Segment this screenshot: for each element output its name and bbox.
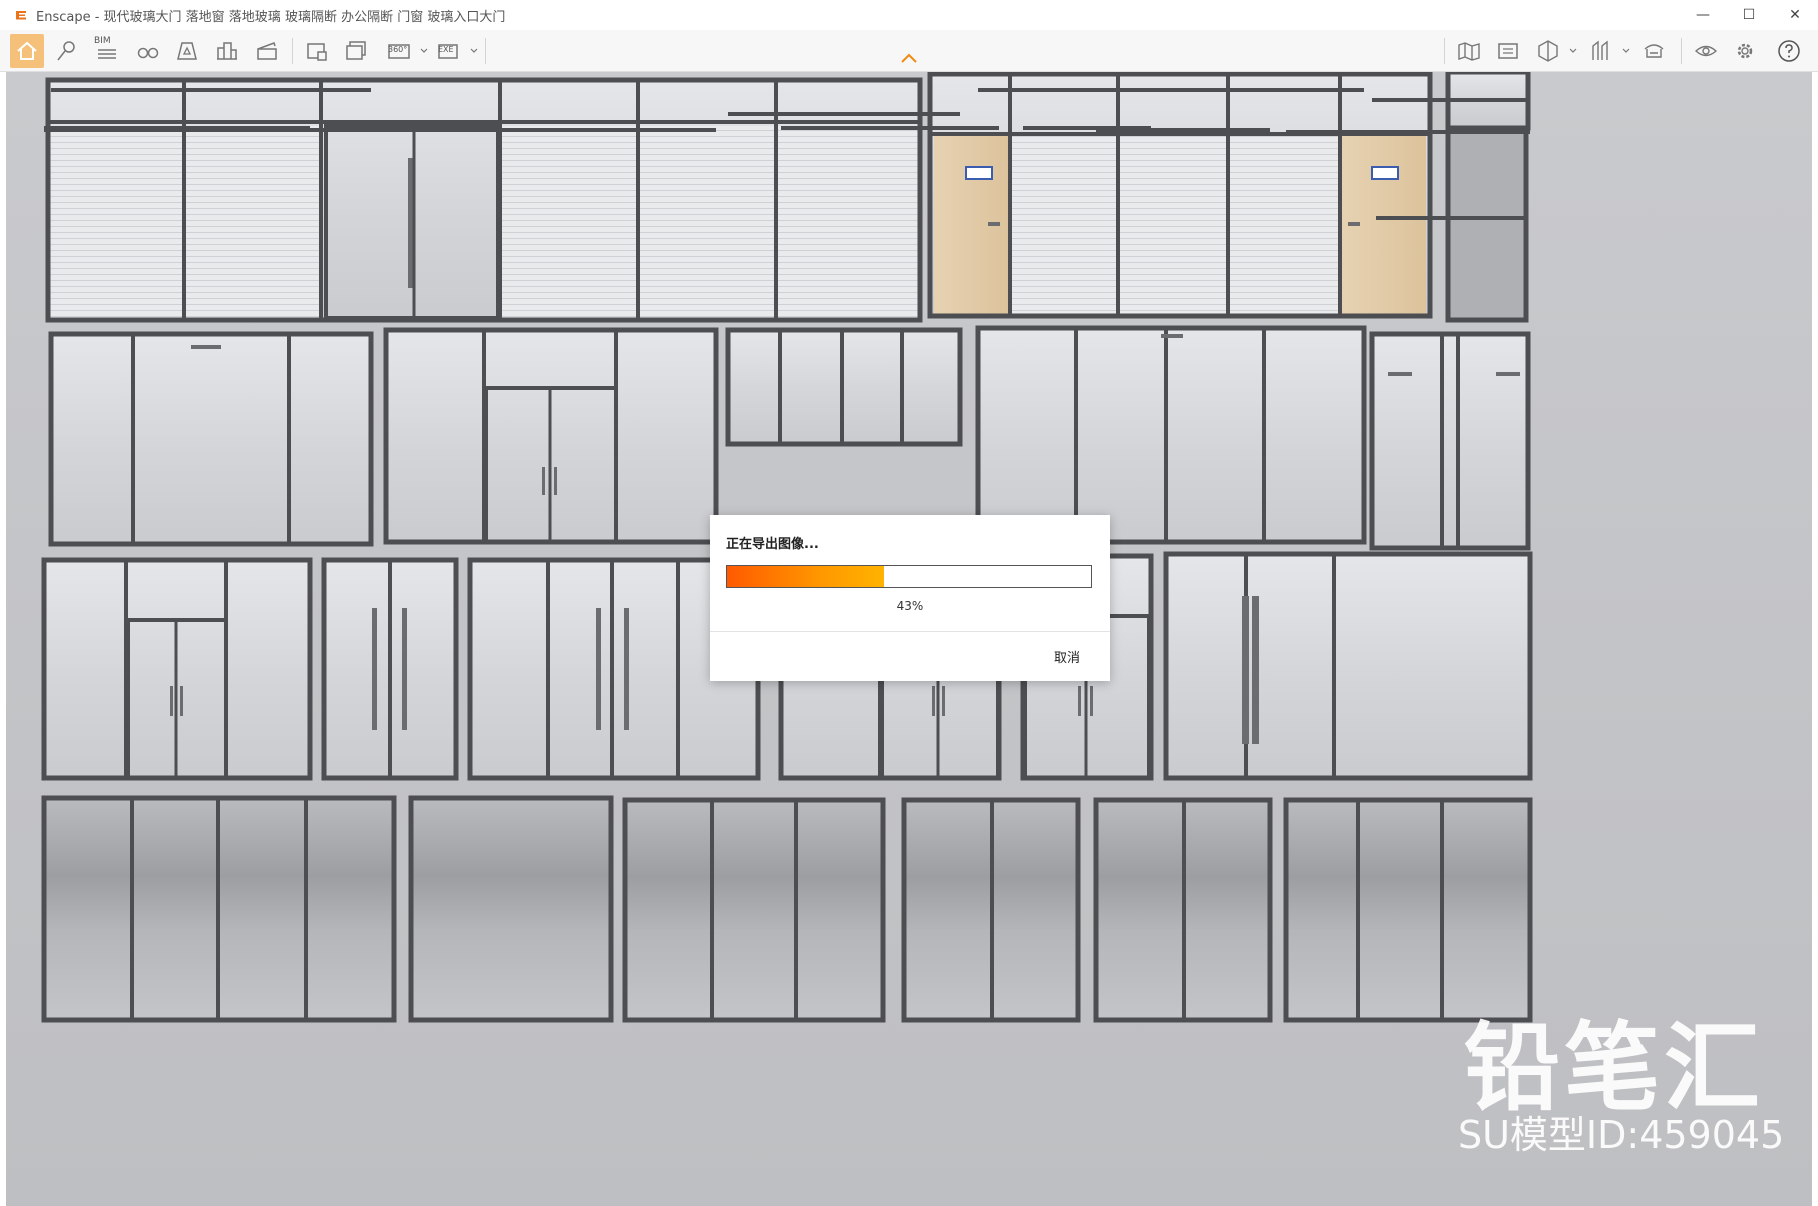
door-handle	[1252, 596, 1259, 744]
buildings-icon	[217, 42, 237, 60]
export-exe-button[interactable]: EXE	[432, 34, 466, 68]
door-handle	[1348, 222, 1360, 226]
sky-button[interactable]	[1637, 34, 1671, 68]
screenshot-button[interactable]	[300, 34, 334, 68]
maximize-button[interactable]: ☐	[1726, 0, 1772, 30]
clapperboard-icon	[257, 42, 277, 60]
door-handle	[402, 608, 407, 730]
exe-label: EXE	[438, 45, 454, 54]
minimize-button[interactable]: —	[1680, 0, 1726, 30]
export-chevron-down-icon[interactable]	[469, 44, 479, 58]
views-button[interactable]	[1491, 34, 1525, 68]
glass-pane	[1166, 554, 1530, 778]
bim-label: BIM	[94, 36, 111, 46]
cube-chevron-down-icon[interactable]	[1568, 44, 1578, 58]
collapse-toolbar-chevron-up-icon[interactable]	[899, 52, 919, 64]
door-handle	[932, 686, 935, 716]
batch-render-button[interactable]	[340, 34, 374, 68]
glass-pane	[978, 328, 1364, 542]
door-sign	[1371, 166, 1399, 180]
progress-fill	[727, 566, 884, 587]
asset-library-icon	[177, 42, 197, 60]
binoculars-button[interactable]	[131, 34, 165, 68]
map-button[interactable]	[1452, 34, 1486, 68]
door-handle	[942, 686, 945, 716]
hat-icon	[1644, 44, 1664, 58]
walk-mode-icon	[1592, 40, 1608, 60]
progress-percent: 43%	[896, 599, 924, 613]
door-handle	[624, 608, 629, 730]
door-sign	[965, 166, 993, 180]
door-handle	[1078, 686, 1081, 716]
title-bar: Enscape - 现代玻璃大门 落地窗 落地玻璃 玻璃隔断 办公隔断 门窗 玻…	[0, 0, 1818, 30]
watermark-model-id: SU模型ID:459045	[1458, 1113, 1785, 1157]
cube-button[interactable]	[1531, 34, 1565, 68]
eye-icon	[1694, 45, 1718, 57]
panel-fill	[502, 126, 638, 320]
window-title: Enscape - 现代玻璃大门 落地窗 落地玻璃 玻璃隔断 办公隔断 门窗 玻…	[36, 9, 506, 25]
window-controls: — ☐ ✕	[1680, 0, 1818, 30]
help-button[interactable]	[1772, 34, 1806, 68]
progress-bar	[726, 565, 1092, 588]
glass-pane	[1286, 800, 1530, 1020]
home-button[interactable]	[10, 34, 44, 68]
screenshot-icon	[307, 43, 327, 61]
toolbar-separator	[292, 38, 293, 64]
toolbar-separator	[1444, 38, 1445, 64]
panel-fill	[778, 126, 918, 320]
glass-pane	[411, 798, 611, 1020]
clapper-button[interactable]	[250, 34, 284, 68]
cube-icon	[1538, 40, 1558, 62]
toolbar-separator	[1681, 38, 1682, 64]
door-handle	[1090, 686, 1093, 716]
panel-fill	[50, 126, 184, 320]
panel-fill	[1010, 136, 1340, 316]
toolbar-separator	[485, 38, 486, 64]
dialog-title: 正在导出图像...	[726, 537, 819, 552]
home-icon	[17, 41, 37, 60]
location-button[interactable]	[50, 34, 84, 68]
door-handle	[1388, 372, 1412, 376]
location-pin-icon	[57, 41, 75, 61]
glass-pane	[1372, 334, 1528, 548]
settings-button[interactable]	[1728, 34, 1762, 68]
views-icon	[1498, 43, 1518, 59]
panorama-label: 360°	[388, 45, 408, 54]
door-handle	[1242, 596, 1249, 744]
visual-settings-button[interactable]	[1689, 34, 1723, 68]
close-button[interactable]: ✕	[1772, 0, 1818, 30]
help-icon	[1778, 40, 1800, 62]
binoculars-icon	[137, 47, 159, 59]
door-handle	[1496, 372, 1520, 376]
door-handle	[554, 467, 557, 495]
door-handle	[542, 467, 545, 495]
door-handle	[1161, 334, 1183, 338]
panorama-button[interactable]: 360°	[382, 34, 416, 68]
toolbar: BIM 360° EXE	[0, 30, 1818, 72]
batch-render-icon	[346, 41, 366, 60]
panel-fill	[640, 126, 776, 320]
walk-chevron-down-icon[interactable]	[1621, 44, 1631, 58]
door-handle	[372, 608, 377, 730]
glass-pane	[51, 334, 371, 544]
dialog-separator	[710, 631, 1110, 632]
panel-fill	[186, 126, 320, 320]
enscape-logo-icon	[16, 11, 26, 20]
door-handle	[170, 686, 173, 716]
door-handle	[180, 686, 183, 716]
walk-mode-button[interactable]	[1584, 34, 1618, 68]
panorama-chevron-down-icon[interactable]	[419, 44, 429, 58]
door-handle	[596, 608, 601, 730]
gear-icon	[1737, 43, 1753, 59]
cancel-button[interactable]: 取消	[1054, 647, 1080, 666]
glass-pane	[625, 800, 883, 1020]
door-handle	[988, 222, 1000, 226]
glass-pane	[1448, 130, 1526, 320]
bim-button[interactable]: BIM	[90, 34, 124, 68]
export-progress-dialog: 正在导出图像... 43% 取消	[710, 515, 1110, 681]
buildings-button[interactable]	[210, 34, 244, 68]
map-icon	[1458, 42, 1480, 61]
door-handle	[191, 345, 221, 349]
asset-library-button[interactable]	[170, 34, 204, 68]
